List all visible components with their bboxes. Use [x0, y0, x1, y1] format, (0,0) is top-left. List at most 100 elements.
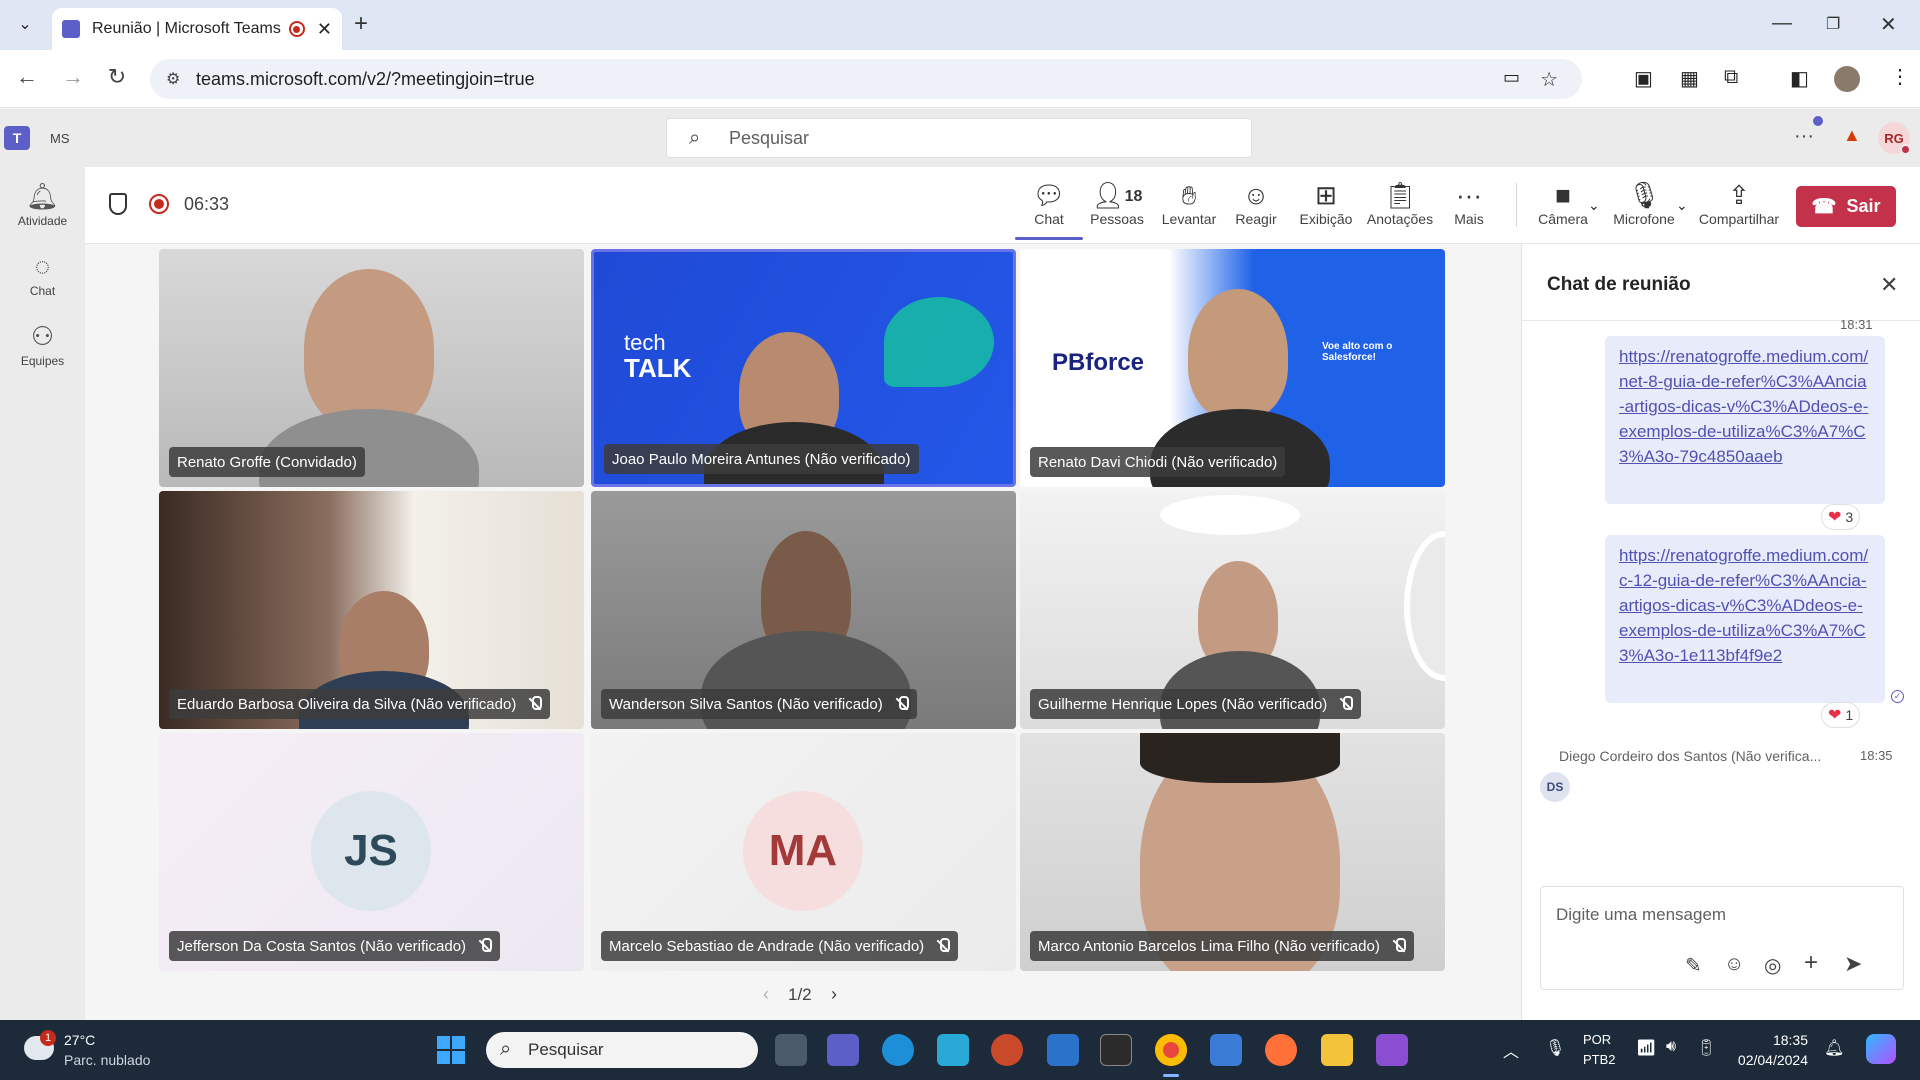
close-chat-icon[interactable]: ✕ [1880, 272, 1898, 298]
share-button[interactable]: ⇪ Compartilhar [1695, 179, 1783, 227]
video-tile[interactable]: JS Jefferson Da Costa Santos (Não verifi… [159, 733, 584, 971]
url-field[interactable]: ⚙ teams.microsoft.com/v2/?meetingjoin=tr… [150, 59, 1582, 99]
warning-icon[interactable]: ▲ [1843, 125, 1861, 146]
volume-icon[interactable]: 🔊︎ [1666, 1038, 1676, 1056]
minimize-button[interactable]: — [1772, 12, 1792, 35]
reload-button[interactable]: ↻ [104, 64, 130, 90]
more-options-icon[interactable]: ··· [1794, 125, 1814, 148]
people-toolbar-button[interactable]: 👤︎18 Pessoas [1084, 179, 1150, 227]
compose-box[interactable]: Digite uma mensagem ✎ ☺ ◎ + ➤ [1540, 886, 1904, 990]
back-button[interactable]: ← [14, 64, 40, 90]
file-explorer-icon[interactable] [1321, 1034, 1353, 1066]
raise-hand-button[interactable]: ✋︎ Levantar [1154, 179, 1224, 227]
format-icon[interactable]: ✎ [1685, 953, 1702, 978]
emoji-icon[interactable]: ☺ [1724, 953, 1744, 976]
meeting-chat-panel: Chat de reunião ✕ 18:31 https://renatogr… [1521, 244, 1920, 1020]
video-tile[interactable]: Renato Groffe (Convidado) [159, 249, 584, 487]
teams-taskbar-icon[interactable] [827, 1034, 859, 1066]
pager-prev-icon[interactable]: ‹ [763, 984, 769, 1005]
visual-studio-icon[interactable] [1376, 1034, 1408, 1066]
camera-permission-icon[interactable]: ▭ [1503, 67, 1520, 88]
forward-button[interactable]: → [60, 64, 86, 90]
maximize-button[interactable]: ❐ [1826, 14, 1840, 34]
loop-icon[interactable]: ◎ [1764, 953, 1781, 978]
participant-avatar: MA [743, 791, 863, 911]
clock-time[interactable]: 18:35 [1748, 1032, 1808, 1048]
start-button[interactable] [437, 1036, 465, 1064]
task-view-icon[interactable] [775, 1034, 807, 1066]
mic-options-chevron-icon[interactable]: ⌄ [1676, 197, 1688, 214]
copilot-icon[interactable] [1866, 1034, 1896, 1064]
video-tile[interactable]: Guilherme Henrique Lopes (Não verificado… [1020, 491, 1445, 729]
notes-button[interactable]: 📋︎ Anotações [1364, 179, 1436, 227]
powerpoint-icon[interactable] [991, 1034, 1023, 1066]
bookmark-star-icon[interactable]: ☆ [1540, 67, 1558, 92]
lang-top[interactable]: POR [1583, 1032, 1611, 1047]
tab-list-icon[interactable]: ⌄ [12, 12, 38, 38]
send-icon[interactable]: ➤ [1844, 951, 1862, 977]
video-tile[interactable]: Wanderson Silva Santos (Não verificado) [591, 491, 1016, 729]
muted-mic-icon [478, 938, 493, 954]
site-info-icon[interactable]: ⚙ [166, 69, 180, 89]
camera-button[interactable]: ■ Câmera [1530, 179, 1596, 227]
terminal-icon[interactable] [1100, 1034, 1132, 1066]
close-tab-icon[interactable]: ✕ [317, 19, 332, 40]
show-hidden-icons[interactable]: ︿ [1503, 1038, 1519, 1062]
window-arch-graphic [1404, 531, 1445, 681]
mic-tray-icon[interactable]: 🎙︎ [1545, 1038, 1565, 1058]
teams-header: T MS ⌕ Pesquisar ··· ▲ RG [0, 109, 1920, 167]
remote-desktop-icon[interactable] [1210, 1034, 1242, 1066]
taskbar-search[interactable]: ⌕ Pesquisar [486, 1032, 758, 1068]
notifications-bell-icon[interactable]: 🔔︎ [1824, 1038, 1844, 1058]
new-tab-button[interactable]: + [354, 10, 368, 38]
rail-item-atividade[interactable]: 🔔︎ Atividade [0, 181, 85, 228]
edge-icon[interactable] [882, 1034, 914, 1066]
microphone-button[interactable]: 🎙︎ Microfone [1606, 179, 1682, 227]
attach-plus-icon[interactable]: + [1804, 949, 1818, 977]
leave-button[interactable]: ☎ Sair [1796, 186, 1896, 227]
view-button[interactable]: ⊞ Exibição [1294, 179, 1358, 227]
azure-storage-icon[interactable] [937, 1034, 969, 1066]
qr-code-icon[interactable]: ▦ [1680, 66, 1699, 91]
firefox-icon[interactable] [1265, 1034, 1297, 1066]
clock-date[interactable]: 02/04/2024 [1726, 1052, 1808, 1068]
video-tile[interactable]: Marco Antonio Barcelos Lima Filho (Não v… [1020, 733, 1445, 971]
video-tile[interactable]: Eduardo Barbosa Oliveira da Silva (Não v… [159, 491, 584, 729]
teams-logo-icon[interactable]: T [4, 126, 30, 150]
org-badge[interactable]: MS [50, 131, 70, 146]
chat-message-link[interactable]: https://renatogroffe.medium.com/c-12-gui… [1605, 535, 1885, 703]
more-button[interactable]: ··· Mais [1444, 179, 1494, 227]
sidepanel-icon[interactable]: ◧ [1790, 66, 1809, 91]
reaction-badge[interactable]: ❤ 1 [1821, 702, 1861, 728]
teams-search-input[interactable]: ⌕ Pesquisar [666, 118, 1252, 158]
microphone-label: Microfone [1613, 211, 1675, 227]
salesforce-slogan: Voe alto com o Salesforce! [1322, 341, 1393, 363]
chat-toolbar-button[interactable]: 💬︎ Chat [1015, 179, 1083, 240]
browser-menu-icon[interactable]: ⋮ [1890, 64, 1910, 89]
pager-next-icon[interactable]: › [831, 984, 837, 1005]
extensions-icon[interactable]: ⧉ [1724, 66, 1738, 89]
video-tile[interactable]: PBforce Voe alto com o Salesforce! Renat… [1020, 249, 1445, 487]
browser-tab[interactable]: Reunião | Microsoft Teams ✕ [52, 8, 342, 50]
camera-options-chevron-icon[interactable]: ⌄ [1588, 197, 1600, 214]
chrome-icon[interactable] [1155, 1034, 1187, 1066]
phone-hangup-icon: ☎ [1811, 196, 1837, 218]
participant-name: Marco Antonio Barcelos Lima Filho (Não v… [1038, 937, 1380, 955]
picture-in-picture-icon[interactable]: ▣ [1634, 66, 1653, 91]
profile-avatar[interactable] [1834, 66, 1860, 92]
battery-icon[interactable]: 🔋︎ [1696, 1038, 1716, 1058]
lang-bottom[interactable]: PTB2 [1583, 1052, 1616, 1067]
close-window-button[interactable]: ✕ [1880, 12, 1897, 37]
react-button[interactable]: ☺ Reagir [1226, 179, 1286, 227]
video-tile[interactable]: MA Marcelo Sebastiao de Andrade (Não ver… [591, 733, 1016, 971]
rail-item-equipes[interactable]: ⚇ Equipes [0, 321, 85, 368]
wifi-icon[interactable]: 📶︎ [1636, 1038, 1656, 1058]
participant-video [304, 269, 434, 429]
chat-message-link[interactable]: https://renatogroffe.medium.com/net-8-gu… [1605, 336, 1885, 504]
shield-icon[interactable] [109, 193, 127, 215]
rail-item-chat[interactable]: ◌ Chat [0, 251, 85, 298]
toolbar-divider [1516, 183, 1517, 227]
reaction-badge[interactable]: ❤ 3 [1821, 504, 1861, 530]
mail-icon[interactable] [1047, 1034, 1079, 1066]
video-tile-active-speaker[interactable]: tech TALK Joao Paulo Moreira Antunes (Nã… [591, 249, 1016, 487]
